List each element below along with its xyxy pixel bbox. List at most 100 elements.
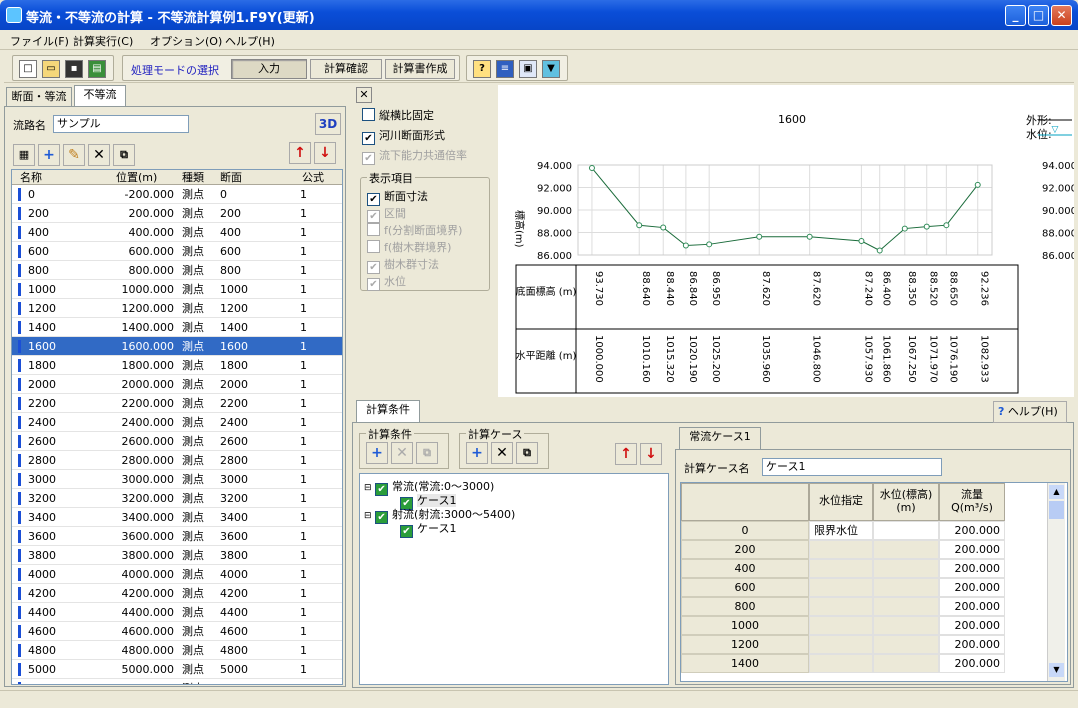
- flow-level-spec[interactable]: [809, 654, 873, 673]
- opt-section-dim[interactable]: ✔ 断面寸法: [367, 188, 428, 206]
- table-row[interactable]: 1600 1600.000 測点 1600 1: [12, 337, 342, 356]
- flow-row[interactable]: 600 200.000: [681, 578, 1005, 597]
- menu-help[interactable]: ヘルプ(H): [225, 33, 275, 49]
- close-panel-icon[interactable]: ✕: [356, 87, 372, 103]
- table-row[interactable]: 1800 1800.000 測点 1800 1: [12, 356, 342, 375]
- flow-discharge[interactable]: 200.000: [939, 597, 1005, 616]
- table-row[interactable]: 400 400.000 測点 400 1: [12, 223, 342, 242]
- flow-discharge[interactable]: 200.000: [939, 540, 1005, 559]
- move-down-icon[interactable]: ↓: [314, 142, 336, 164]
- table-row[interactable]: 600 600.000 測点 600 1: [12, 242, 342, 261]
- flow-row[interactable]: 1400 200.000: [681, 654, 1005, 673]
- fixed-ratio-option[interactable]: 縦横比固定: [362, 107, 434, 123]
- flow-water-level[interactable]: [873, 521, 939, 540]
- table-row[interactable]: 800 800.000 測点 800 1: [12, 261, 342, 280]
- flow-scrollbar[interactable]: ▲ ▼: [1047, 483, 1065, 681]
- table-row[interactable]: 3400 3400.000 測点 3400 1: [12, 508, 342, 527]
- case-name-input[interactable]: ケース1: [762, 458, 942, 476]
- book-icon[interactable]: ≡: [496, 60, 514, 78]
- flow-water-level[interactable]: [873, 616, 939, 635]
- flow-water-level[interactable]: [873, 540, 939, 559]
- table-icon[interactable]: ▦: [13, 144, 35, 166]
- table-row[interactable]: 3800 3800.000 測点 3800 1: [12, 546, 342, 565]
- help-button[interactable]: ? ヘルプ(H): [993, 401, 1067, 423]
- flow-row[interactable]: 800 200.000: [681, 597, 1005, 616]
- table-row[interactable]: 5200 5200.000 測点 5200 1: [12, 679, 342, 684]
- table-row[interactable]: 4200 4200.000 測点 4200 1: [12, 584, 342, 603]
- close-window-button[interactable]: ✕: [1051, 5, 1072, 26]
- flow-discharge[interactable]: 200.000: [939, 654, 1005, 673]
- table-row[interactable]: 4400 4400.000 測点 4400 1: [12, 603, 342, 622]
- scroll-down-icon[interactable]: ▼: [1049, 663, 1064, 677]
- cond-add-icon[interactable]: +: [366, 442, 388, 464]
- add-icon[interactable]: +: [38, 144, 60, 166]
- table-row[interactable]: 4800 4800.000 測点 4800 1: [12, 641, 342, 660]
- menu-option[interactable]: オプション(O): [150, 33, 222, 49]
- case-copy-icon[interactable]: ⧉: [516, 442, 538, 464]
- flow-row[interactable]: 0 限界水位 200.000: [681, 521, 1005, 540]
- mode-check-button[interactable]: 計算確認: [310, 59, 382, 79]
- scroll-thumb[interactable]: [1049, 501, 1064, 519]
- 3d-view-button[interactable]: 3D: [315, 113, 341, 135]
- flow-discharge[interactable]: 200.000: [939, 559, 1005, 578]
- table-row[interactable]: 4000 4000.000 測点 4000 1: [12, 565, 342, 584]
- flow-discharge[interactable]: 200.000: [939, 616, 1005, 635]
- table-row[interactable]: 2800 2800.000 測点 2800 1: [12, 451, 342, 470]
- flow-water-level[interactable]: [873, 559, 939, 578]
- flow-water-level[interactable]: [873, 578, 939, 597]
- table-row[interactable]: 4600 4600.000 測点 4600 1: [12, 622, 342, 641]
- flow-water-level[interactable]: [873, 654, 939, 673]
- case-delete-icon[interactable]: ✕: [491, 442, 513, 464]
- table-row[interactable]: 2400 2400.000 測点 2400 1: [12, 413, 342, 432]
- table-row[interactable]: 2000 2000.000 測点 2000 1: [12, 375, 342, 394]
- tab-nonuniform[interactable]: 不等流: [74, 85, 126, 107]
- table-row[interactable]: 0 -200.000 測点 0 1: [12, 185, 342, 204]
- river-form-option[interactable]: ✔ 河川断面形式: [362, 127, 445, 145]
- table-row[interactable]: 1000 1000.000 測点 1000 1: [12, 280, 342, 299]
- flow-row[interactable]: 400 200.000: [681, 559, 1005, 578]
- info-icon[interactable]: ▣: [519, 60, 537, 78]
- case-add-icon[interactable]: +: [466, 442, 488, 464]
- tab-case[interactable]: 常流ケース1: [679, 427, 761, 449]
- mode-input-button[interactable]: 入力: [231, 59, 307, 79]
- tab-calc-conditions[interactable]: 計算条件: [356, 400, 420, 422]
- table-row[interactable]: 3600 3600.000 測点 3600 1: [12, 527, 342, 546]
- move-up-icon[interactable]: ↑: [289, 142, 311, 164]
- open-folder-icon[interactable]: ▭: [42, 60, 60, 78]
- table-row[interactable]: 2600 2600.000 測点 2600 1: [12, 432, 342, 451]
- table-row[interactable]: 3200 3200.000 測点 3200 1: [12, 489, 342, 508]
- flow-row[interactable]: 1000 200.000: [681, 616, 1005, 635]
- table-row[interactable]: 2200 2200.000 測点 2200 1: [12, 394, 342, 413]
- flow-level-spec[interactable]: [809, 635, 873, 654]
- edit-pencil-icon[interactable]: ✎: [63, 144, 85, 166]
- flow-water-level[interactable]: [873, 597, 939, 616]
- flow-level-spec[interactable]: [809, 578, 873, 597]
- flow-water-level[interactable]: [873, 635, 939, 654]
- help-question-icon[interactable]: ?: [473, 60, 491, 78]
- flow-level-spec[interactable]: 限界水位: [809, 521, 873, 540]
- new-file-icon[interactable]: □: [19, 60, 37, 78]
- mode-report-button[interactable]: 計算書作成: [385, 59, 455, 79]
- water-icon[interactable]: ▼: [542, 60, 560, 78]
- minimize-button[interactable]: _: [1005, 5, 1026, 26]
- table-row[interactable]: 3000 3000.000 測点 3000 1: [12, 470, 342, 489]
- table-row[interactable]: 1200 1200.000 測点 1200 1: [12, 299, 342, 318]
- tab-section-uniform[interactable]: 断面・等流: [6, 87, 72, 107]
- menu-file[interactable]: ファイル(F): [10, 33, 69, 49]
- flow-level-spec[interactable]: [809, 616, 873, 635]
- flow-discharge[interactable]: 200.000: [939, 578, 1005, 597]
- delete-icon[interactable]: ✕: [88, 144, 110, 166]
- export-icon[interactable]: ▤: [88, 60, 106, 78]
- table-row[interactable]: 5000 5000.000 測点 5000 1: [12, 660, 342, 679]
- flow-row[interactable]: 200 200.000: [681, 540, 1005, 559]
- case-up-icon[interactable]: ↑: [615, 443, 637, 465]
- flow-discharge[interactable]: 200.000: [939, 635, 1005, 654]
- menu-calc[interactable]: 計算実行(C): [73, 33, 133, 49]
- flow-level-spec[interactable]: [809, 597, 873, 616]
- case-down-icon[interactable]: ↓: [640, 443, 662, 465]
- flow-level-spec[interactable]: [809, 559, 873, 578]
- flow-row[interactable]: 1200 200.000: [681, 635, 1005, 654]
- copy-icon[interactable]: ⧉: [113, 144, 135, 166]
- save-icon[interactable]: ▪: [65, 60, 83, 78]
- tree-node-case1-b[interactable]: ✔ ケース1: [400, 520, 456, 538]
